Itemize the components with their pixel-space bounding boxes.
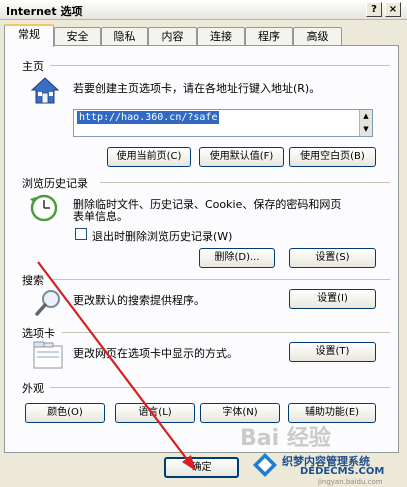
tab-security[interactable]: 安全	[54, 27, 101, 46]
delete-history-button[interactable]: 删除(D)...	[199, 248, 275, 268]
dedecms-url-text: DEDECMS.COM	[300, 466, 385, 477]
tabs-window-icon	[32, 340, 64, 370]
history-group-divider	[100, 182, 390, 183]
tabs-group-divider	[62, 332, 390, 333]
tab-privacy[interactable]: 隐私	[101, 27, 148, 46]
close-button[interactable]: ×	[385, 2, 401, 17]
history-group-label: 浏览历史记录	[22, 177, 88, 190]
scroll-up-icon[interactable]: ▲	[359, 110, 372, 123]
home-group-divider	[50, 65, 390, 66]
appearance-group-label: 外观	[22, 382, 44, 395]
home-page-url-field[interactable]: http://hao.360.cn/?safe ▲ ▼	[73, 109, 373, 137]
ok-button[interactable]: 确定	[164, 457, 239, 478]
languages-button[interactable]: 语言(L)	[115, 403, 195, 423]
delete-history-on-exit-checkbox[interactable]	[75, 228, 87, 240]
use-current-page-button[interactable]: 使用当前页(C)	[107, 147, 191, 167]
title-bar: Internet 选项 ? ×	[0, 0, 407, 20]
baidu-watermark: Bai 经验	[240, 426, 331, 451]
home-icon	[30, 76, 60, 106]
appearance-group-divider	[50, 387, 390, 388]
help-button[interactable]: ?	[366, 2, 382, 17]
tabs-group-label: 选项卡	[22, 327, 55, 340]
jingyan-url-text: jingyan.baidu.com	[318, 478, 383, 486]
history-description-line2: 表单信息。	[73, 210, 128, 223]
search-description: 更改默认的搜索提供程序。	[73, 294, 205, 307]
search-magnifier-icon	[34, 288, 64, 318]
tab-general[interactable]: 常规	[4, 24, 54, 47]
search-group-divider	[50, 279, 390, 280]
tab-connections[interactable]: 连接	[197, 27, 245, 46]
window-title: Internet 选项	[6, 5, 83, 18]
tab-advanced[interactable]: 高级	[293, 27, 342, 46]
search-group-label: 搜索	[22, 274, 44, 287]
home-description: 若要创建主页选项卡，请在各地址行键入地址(R)。	[73, 82, 321, 95]
delete-history-on-exit-label: 退出时删除浏览历史记录(W)	[92, 230, 233, 243]
tabs-settings-button[interactable]: 设置(T)	[289, 342, 376, 362]
use-default-button[interactable]: 使用默认值(F)	[199, 147, 284, 167]
history-clock-icon	[28, 193, 62, 223]
tab-content[interactable]: 内容	[148, 27, 197, 46]
colors-button[interactable]: 颜色(O)	[25, 403, 105, 423]
dedecms-logo-icon	[252, 452, 278, 478]
search-settings-button[interactable]: 设置(I)	[289, 289, 376, 309]
home-page-url-value: http://hao.360.cn/?safe	[77, 111, 220, 124]
scroll-down-icon[interactable]: ▼	[359, 123, 372, 136]
history-settings-button[interactable]: 设置(S)	[289, 248, 376, 268]
tab-programs[interactable]: 程序	[245, 27, 293, 46]
home-group-label: 主页	[22, 60, 44, 73]
use-blank-page-button[interactable]: 使用空白页(B)	[289, 147, 376, 167]
tabs-description: 更改网页在选项卡中显示的方式。	[73, 347, 238, 360]
